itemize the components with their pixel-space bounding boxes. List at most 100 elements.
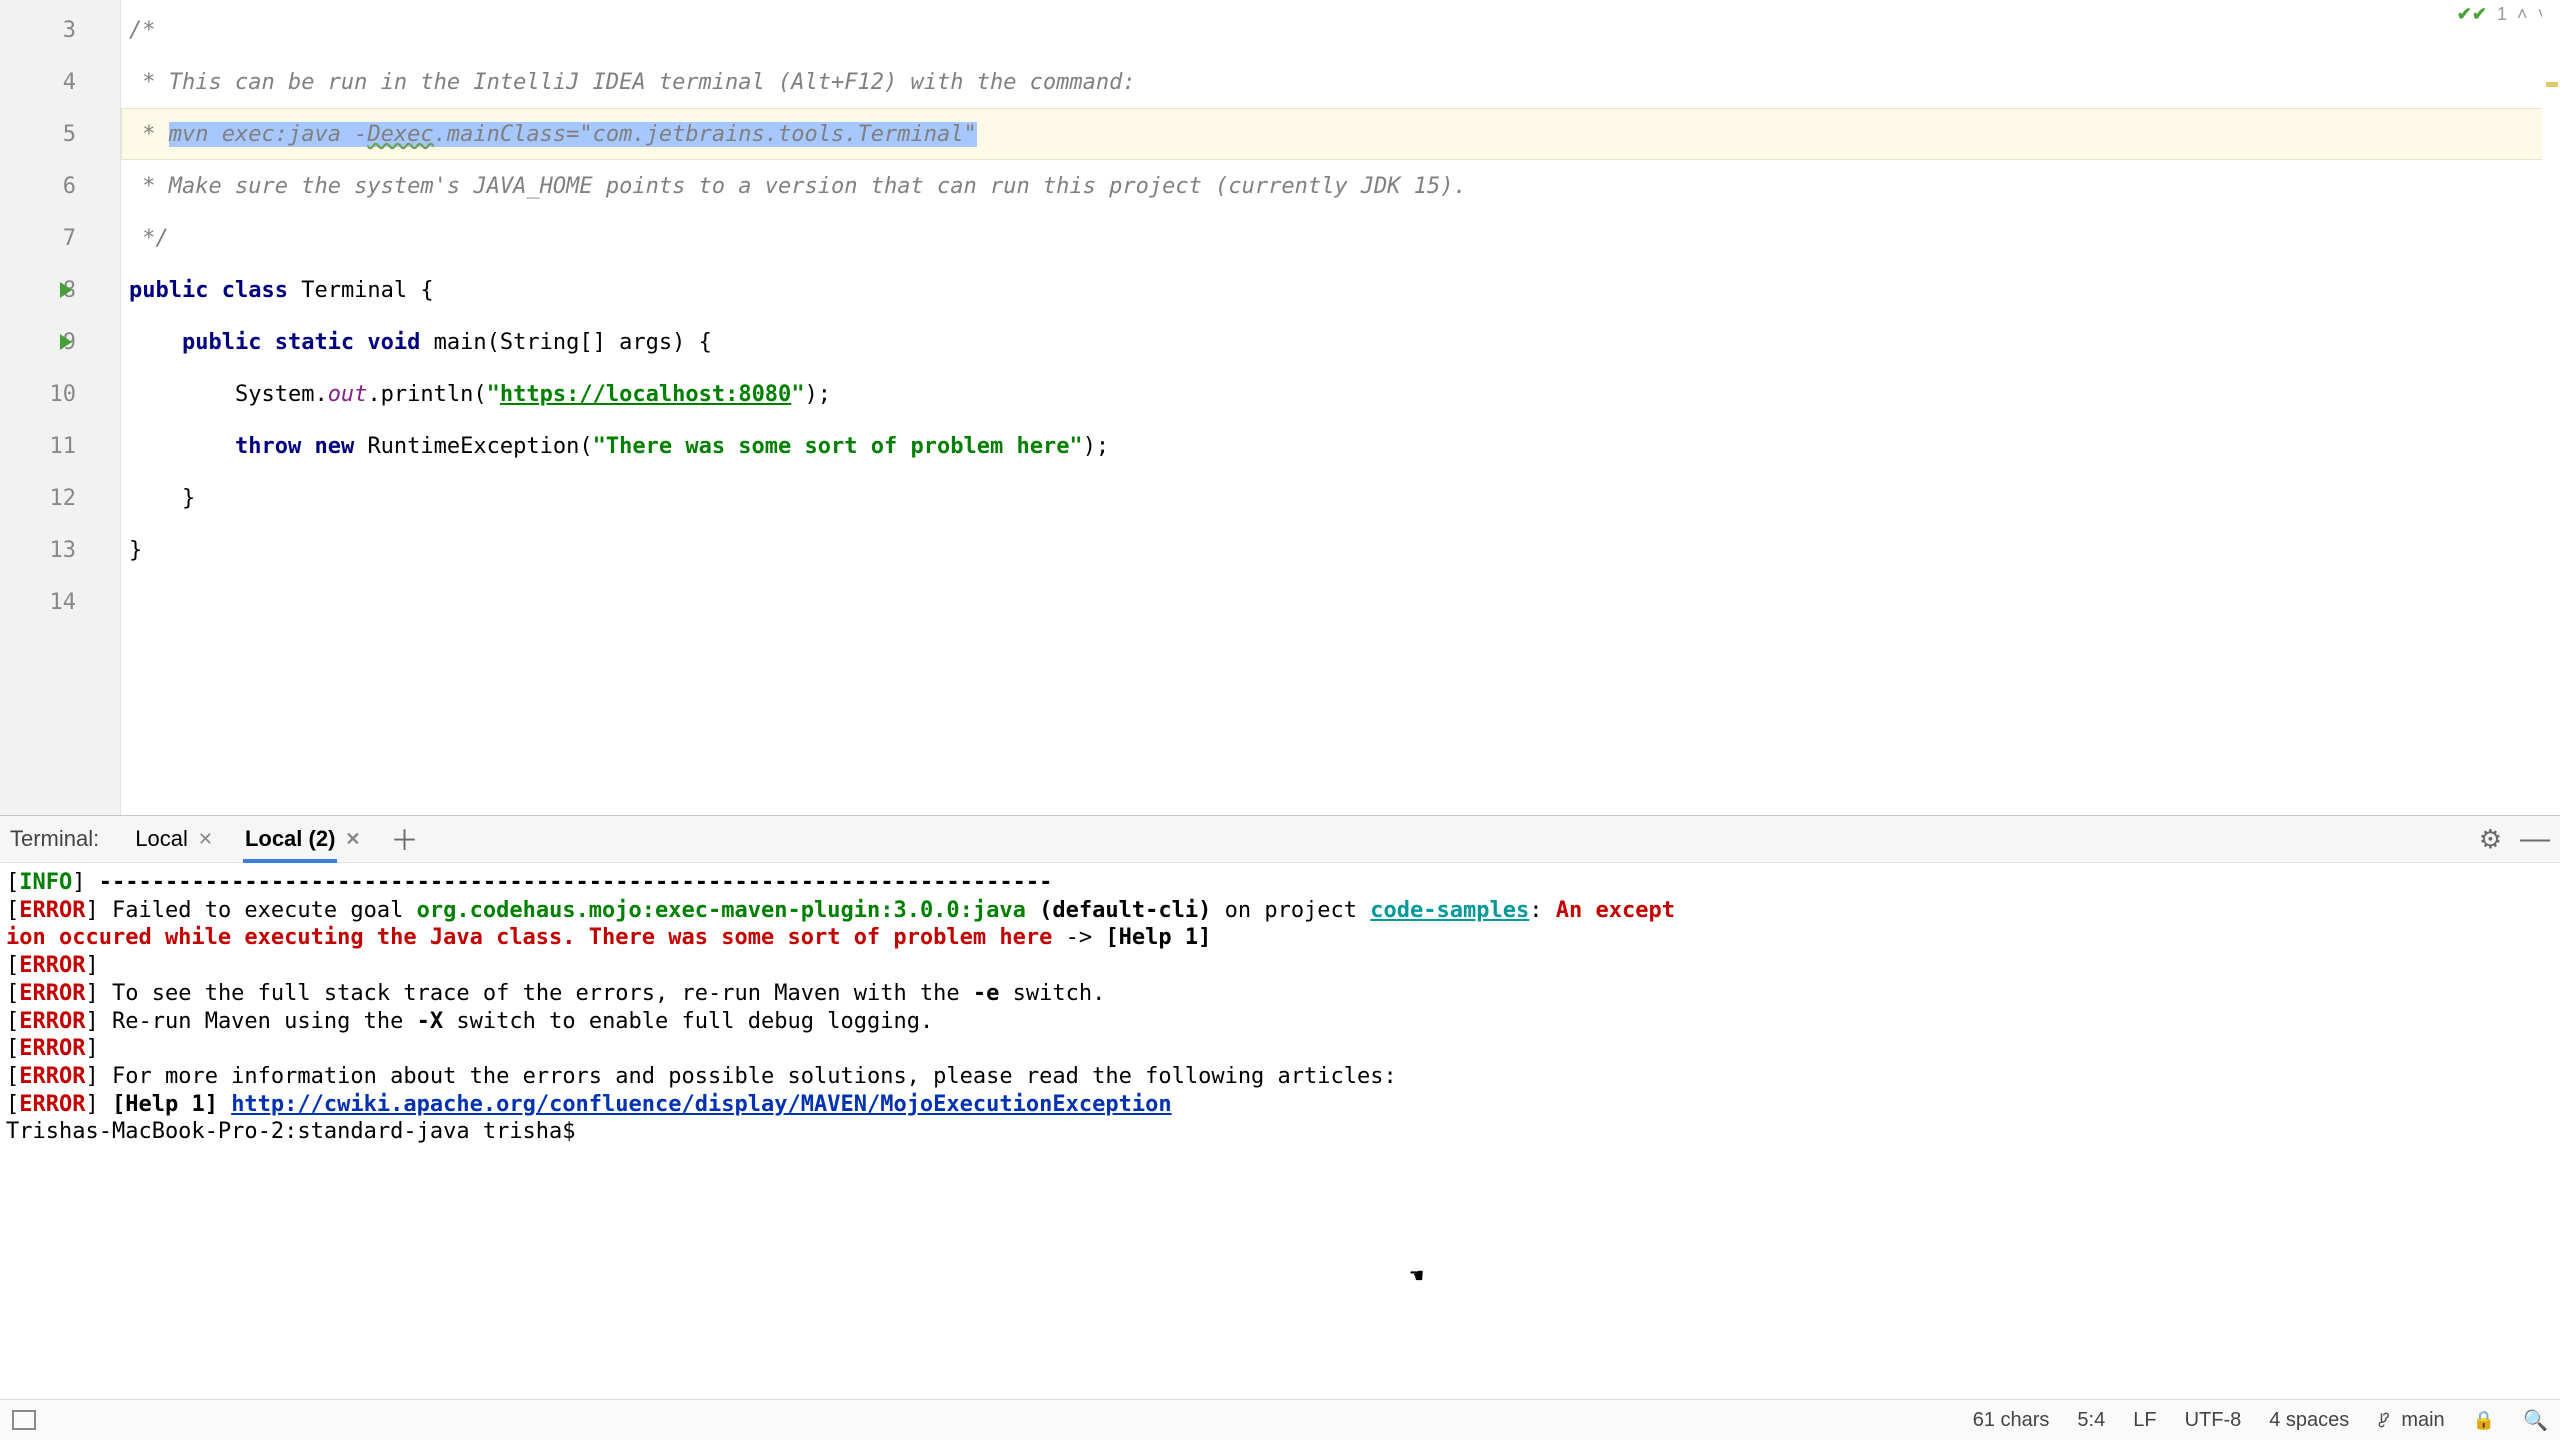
t: -> [1052,925,1105,950]
t: ] [85,953,98,978]
project-link[interactable]: code-samples [1370,898,1529,923]
mouse-cursor-icon: ☚ [1410,1263,1423,1291]
code-text: " [791,382,804,407]
url-link[interactable]: https://localhost:8080 [500,382,791,407]
code-text: ); [805,382,832,407]
tab-label: Local [135,826,188,852]
code-text: /* [129,18,156,43]
t: ERROR [19,1092,85,1117]
t: ERROR [19,981,85,1006]
t: [ [6,898,19,923]
t: ERROR [19,1036,85,1061]
new-terminal-tab-button[interactable]: ＋ [391,819,419,859]
code-text: * [129,70,169,95]
git-branch[interactable]: main [2377,1409,2444,1432]
inspection-count: 1 [2497,4,2507,25]
selection: Dexec [367,122,433,147]
code-area[interactable]: /* * This can be run in the IntelliJ IDE… [121,0,2560,815]
t: An except [1556,898,1675,923]
t: [ [6,1036,19,1061]
search-icon[interactable]: 🔍 [2523,1408,2548,1433]
line-separator[interactable]: LF [2133,1409,2156,1432]
line-number: 12 [50,486,77,511]
code-text: class [222,278,301,303]
error-stripe[interactable] [2542,0,2560,815]
code-text: System. [235,382,328,407]
file-encoding[interactable]: UTF-8 [2185,1409,2242,1432]
selection: mvn exec:java - [169,122,368,147]
t: INFO [19,870,72,895]
t: [ [6,1009,19,1034]
warning-marker[interactable] [2546,82,2558,87]
branch-name: main [2401,1409,2444,1432]
code-text: RuntimeException( [367,434,592,459]
terminal-tab-local[interactable]: Local ✕ [125,822,223,856]
t: For more information about the errors an… [99,1064,1397,1089]
code-text: throw [235,434,314,459]
editor-area[interactable]: 3 4 5 6 7 8 9 10 11 12 13 14 /* * This c… [0,0,2560,815]
chevron-up-icon[interactable]: ˄ [2517,4,2528,25]
inspection-widget[interactable]: ✔✔ 1 ˄ ˅ [2457,4,2548,25]
t: -e [973,981,1000,1006]
caret-position[interactable]: 5:4 [2077,1409,2105,1432]
code-text: } [129,538,142,563]
t: ] [85,1092,98,1117]
close-icon[interactable]: ✕ [345,829,360,850]
t: ERROR [19,953,85,978]
t: ] [85,981,98,1006]
code-text: main [434,330,487,355]
code-text [129,434,235,459]
run-gutter-icon[interactable] [60,334,72,350]
code-text: */ [129,226,169,251]
code-text: void [367,330,433,355]
t: Re-run Maven using the [99,1009,417,1034]
t: ----------------------------------------… [85,870,1052,895]
code-text: new [314,434,367,459]
tab-label: Local (2) [245,826,335,852]
indent-info[interactable]: 4 spaces [2269,1409,2349,1432]
t: ] [85,898,98,923]
t: To see the full stack trace of the error… [99,981,973,1006]
t: (default-cli) [1026,898,1211,923]
code-text: "There was some sort of problem here" [593,434,1083,459]
terminal-output[interactable]: [INFO] ---------------------------------… [0,863,2560,1399]
line-number: 3 [63,18,76,43]
check-icon: ✔✔ [2457,4,2487,25]
t: ] [72,870,85,895]
status-bar: 61 chars 5:4 LF UTF-8 4 spaces main 🔒 🔍 [0,1399,2560,1440]
line-number: 14 [50,590,77,615]
t: ] [85,1064,98,1089]
t: ERROR [19,898,85,923]
code-text: (String[] args) { [487,330,712,355]
code-text: * [129,122,169,147]
close-icon[interactable]: ✕ [198,829,213,850]
error-help-link[interactable]: http://cwiki.apache.org/confluence/displ… [231,1092,1171,1117]
t: ] [85,1009,98,1034]
t: [ [6,981,19,1006]
lock-icon[interactable]: 🔒 [2473,1410,2495,1431]
code-text: out [328,382,368,407]
line-number: 4 [63,70,76,95]
t: [ [6,1092,19,1117]
hide-panel-button[interactable]: — [2520,834,2550,844]
t: Failed to execute goal [99,898,417,923]
code-text: { [420,278,433,303]
branch-icon [2377,1411,2395,1429]
t: [ [6,1064,19,1089]
selection-info: 61 chars [1973,1409,2050,1432]
code-text: ); [1083,434,1110,459]
t: [ [6,953,19,978]
t: on project [1211,898,1370,923]
gear-icon[interactable]: ⚙ [2479,824,2502,855]
code-text: public [129,278,222,303]
t: [Help 1] [99,1092,231,1117]
run-gutter-icon[interactable] [60,282,72,298]
terminal-tabbar: Terminal: Local✕ Local (2)✕ ＋ ⚙ — [0,816,2560,863]
code-text: static [275,330,368,355]
terminal-tab-local-2[interactable]: Local (2) ✕ [235,822,371,856]
t: [ [6,870,19,895]
code-text: public [182,330,275,355]
t: : [1529,898,1556,923]
t: switch. [999,981,1105,1006]
tool-window-icon[interactable] [12,1410,36,1430]
